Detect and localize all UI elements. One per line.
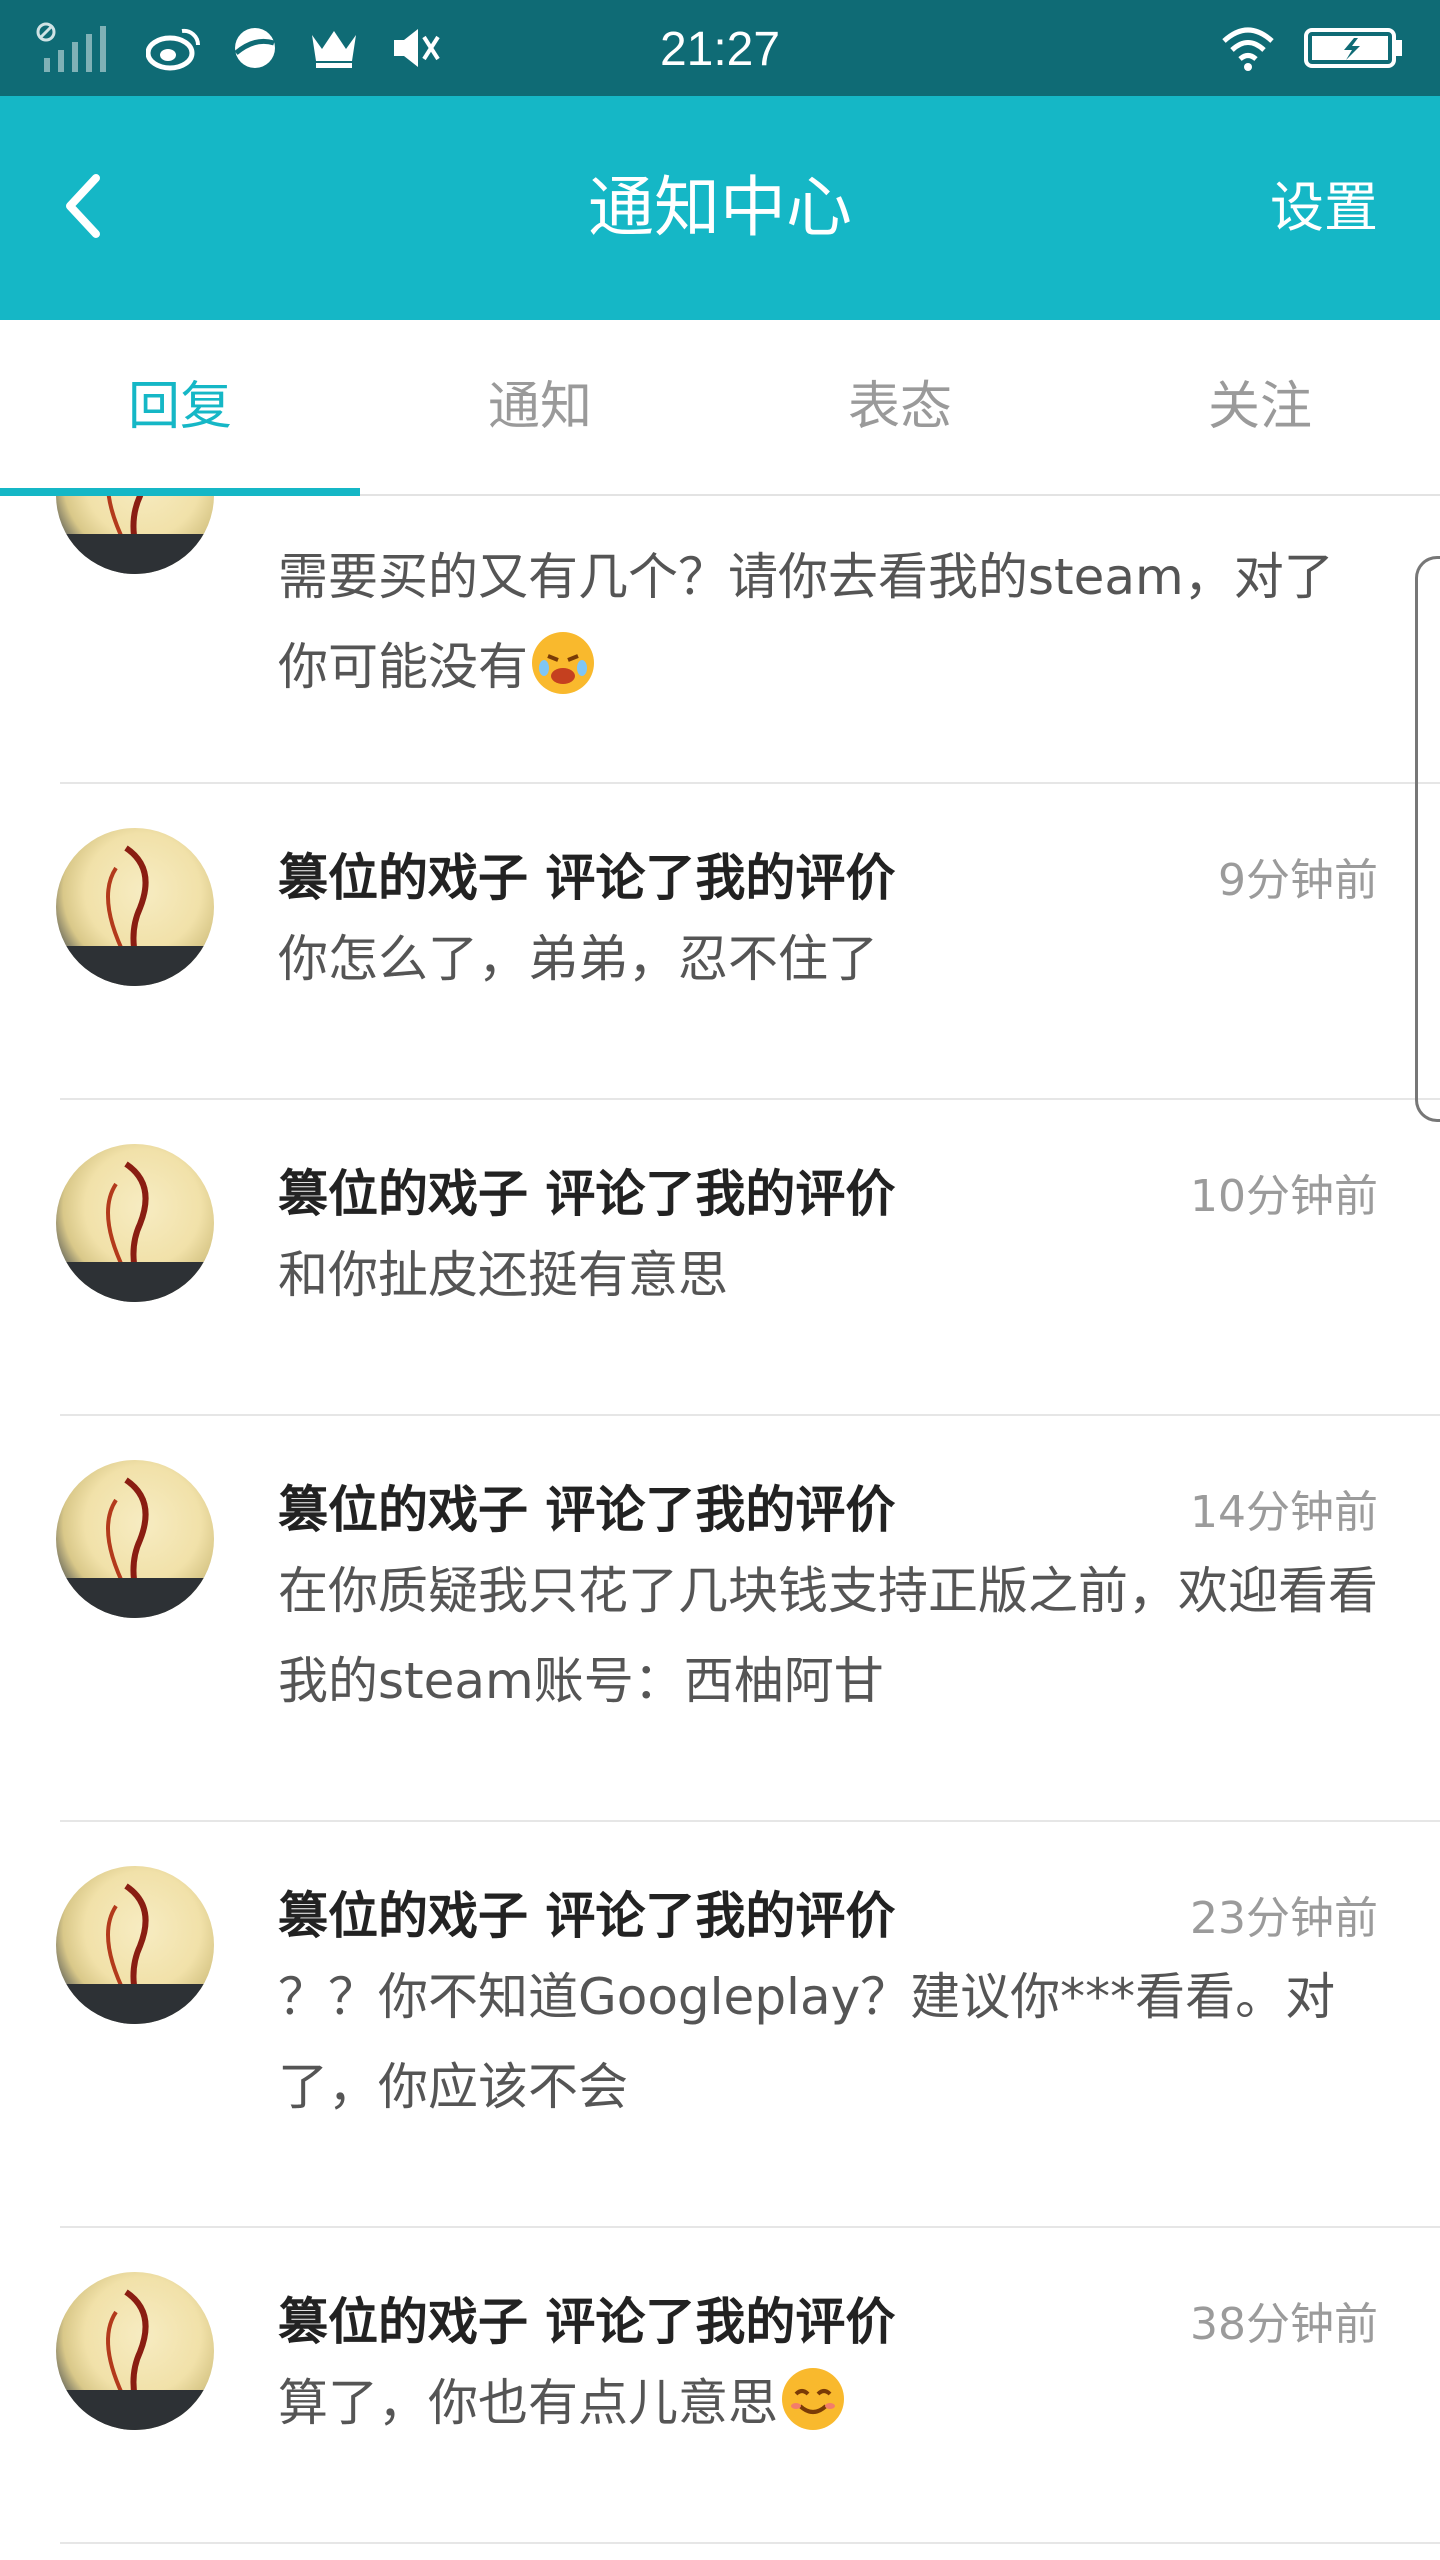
avatar[interactable] <box>56 2272 214 2430</box>
reply-content: 算了，你也有点儿意思 <box>278 2358 1378 2448</box>
reply-content: 你怎么了，弟弟，忍不住了 <box>278 930 878 988</box>
tab-replies[interactable]: 回复 <box>0 320 360 496</box>
reply-content: 在你质疑我只花了几块钱支持正版之前，欢迎看看我的steam账号：西柚阿甘 <box>278 1562 1378 1710</box>
tab-notifications[interactable]: 通知 <box>360 320 720 494</box>
reply-time: 14分钟前 <box>1190 1487 1378 1538</box>
reply-time: 9分钟前 <box>1218 855 1378 906</box>
reply-author-line: 篡位的戏子 评论了我的评价 <box>278 2293 896 2351</box>
wifi-icon <box>1222 27 1274 71</box>
settings-button[interactable]: 设置 <box>1270 96 1378 320</box>
edge-swipe-handle[interactable] <box>1415 556 1440 1122</box>
list-item[interactable]: 篡位的戏子 评论了我的评价 14分钟前 在你质疑我只花了几块钱支持正版之前，欢迎… <box>56 1416 1440 1822</box>
list-item[interactable]: 篡位的戏子 评论了我的评价 9分钟前 你怎么了，弟弟，忍不住了 <box>56 784 1440 1100</box>
reply-list: 需要买的又有几个？请你去看我的steam，对了你可能没有 篡位的戏子 评论了我的… <box>0 496 1440 2560</box>
avatar[interactable] <box>56 1866 214 2024</box>
tab-reactions[interactable]: 表态 <box>720 320 1080 494</box>
reply-content: 和你扯皮还挺有意思 <box>278 1246 728 1304</box>
reply-time: 10分钟前 <box>1190 1171 1378 1222</box>
page-title: 通知中心 <box>588 169 852 246</box>
tab-bar: 回复 通知 表态 关注 <box>0 320 1440 496</box>
reply-content: ？？你不知道Googleplay？建议你***看看。对了，你应该不会 <box>278 1968 1336 2116</box>
status-bar: 21:27 <box>0 0 1440 96</box>
tab-follows[interactable]: 关注 <box>1080 320 1440 494</box>
reply-time: 38分钟前 <box>1190 2299 1378 2350</box>
reply-author-line: 篡位的戏子 评论了我的评价 <box>278 849 896 907</box>
reply-author-line: 篡位的戏子 评论了我的评价 <box>278 1887 896 1945</box>
header-bar: 通知中心 设置 <box>0 96 1440 320</box>
battery-charging-icon <box>1304 28 1402 68</box>
avatar[interactable] <box>56 1460 214 1618</box>
smiling-face-emoji <box>782 2368 844 2430</box>
list-item[interactable]: 篡位的戏子 评论了我的评价 23分钟前 ？？你不知道Googleplay？建议你… <box>56 1822 1440 2228</box>
reply-time: 23分钟前 <box>1190 1893 1378 1944</box>
crying-face-emoji <box>532 632 594 694</box>
avatar[interactable] <box>56 1144 214 1302</box>
reply-content: 需要买的又有几个？请你去看我的steam，对了你可能没有 <box>278 548 1334 696</box>
list-item[interactable]: 篡位的戏子 评论了我的评价 10分钟前 和你扯皮还挺有意思 <box>56 1100 1440 1416</box>
reply-author-line: 篡位的戏子 评论了我的评价 <box>278 1481 896 1539</box>
avatar[interactable] <box>56 496 214 574</box>
list-item[interactable]: 篡位的戏子 评论了我的评价 38分钟前 算了，你也有点儿意思 <box>56 2228 1440 2544</box>
list-item[interactable]: 需要买的又有几个？请你去看我的steam，对了你可能没有 <box>56 496 1440 784</box>
avatar[interactable] <box>56 828 214 986</box>
reply-author-line: 篡位的戏子 评论了我的评价 <box>278 1165 896 1223</box>
